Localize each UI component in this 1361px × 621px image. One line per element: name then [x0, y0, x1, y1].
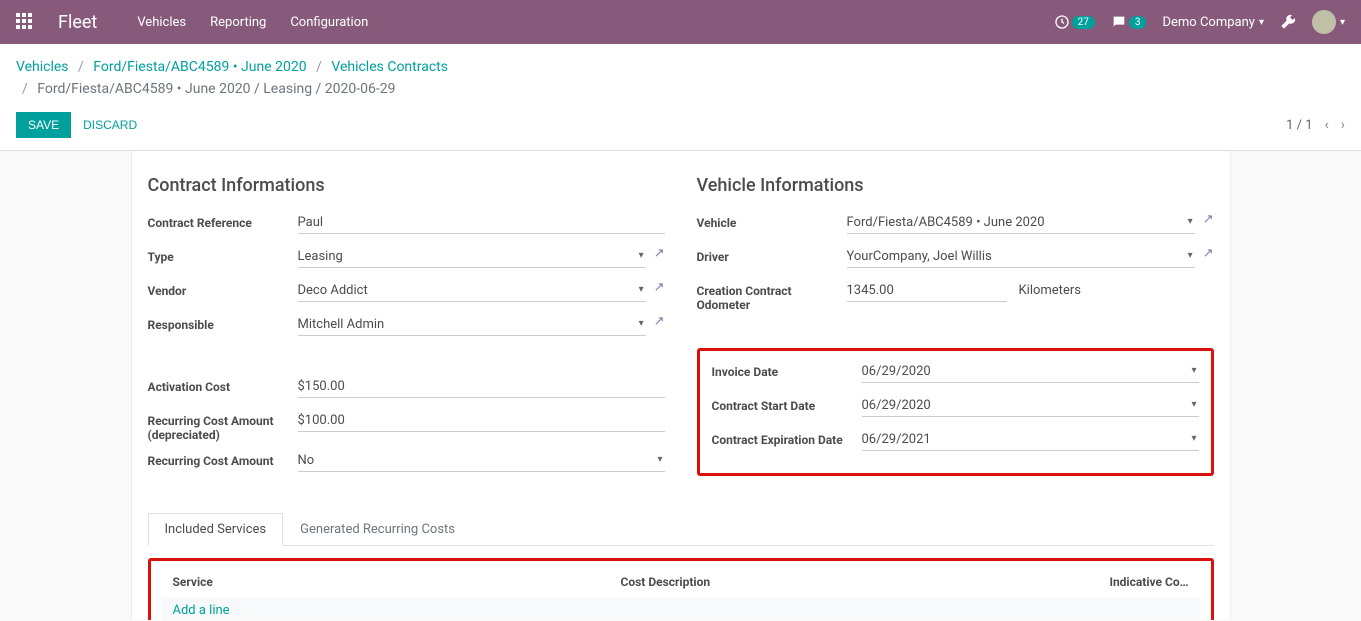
label-invoice-date: Invoice Date: [712, 361, 862, 379]
brand[interactable]: Fleet: [58, 12, 97, 33]
section-title: Vehicle Informations: [697, 175, 1214, 196]
odometer-unit: Kilometers: [1019, 283, 1081, 298]
tab-included-services[interactable]: Included Services: [148, 513, 284, 546]
wrench-icon: [1280, 14, 1296, 30]
breadcrumb-item[interactable]: Vehicles Contracts: [331, 59, 448, 75]
control-panel: Vehicles / Ford/Fiesta/ABC4589 • June 20…: [0, 44, 1361, 151]
external-link-icon[interactable]: ↗: [1203, 212, 1214, 227]
end-date-input[interactable]: 06/29/2021: [862, 429, 1199, 451]
label-odometer: Creation Contract Odometer: [697, 280, 847, 312]
label-vehicle: Vehicle: [697, 212, 847, 230]
menu-reporting[interactable]: Reporting: [210, 15, 266, 30]
breadcrumb-separator: /: [316, 59, 322, 75]
activities-button[interactable]: 27: [1054, 14, 1095, 30]
avatar: [1312, 10, 1336, 34]
company-name: Demo Company: [1162, 15, 1254, 30]
external-link-icon[interactable]: ↗: [1203, 246, 1214, 261]
pager-text: 1 / 1: [1286, 118, 1312, 133]
pager-next[interactable]: ›: [1341, 117, 1345, 133]
apps-icon[interactable]: [16, 13, 34, 31]
caret-down-icon: ▾: [1340, 17, 1345, 28]
vendor-select[interactable]: Deco Addict: [298, 280, 646, 302]
discard-button[interactable]: DISCARD: [71, 112, 149, 138]
label-recurring-cost: Recurring Cost Amount: [148, 450, 298, 468]
clock-icon: [1054, 14, 1070, 30]
pager-prev[interactable]: ‹: [1325, 117, 1329, 133]
debug-button[interactable]: [1280, 14, 1296, 30]
label-vendor: Vendor: [148, 280, 298, 298]
pager: 1 / 1 ‹ ›: [1286, 117, 1345, 133]
responsible-select[interactable]: Mitchell Admin: [298, 314, 646, 336]
label-contract-reference: Contract Reference: [148, 212, 298, 230]
recurring-cost-dep-input[interactable]: $100.00: [298, 410, 665, 432]
navbar: Fleet Vehicles Reporting Configuration 2…: [0, 0, 1361, 44]
company-switcher[interactable]: Demo Company ▾: [1162, 15, 1263, 30]
vehicle-select[interactable]: Ford/Fiesta/ABC4589 • June 2020: [847, 212, 1195, 234]
label-recurring-cost-depreciated: Recurring Cost Amount (depreciated): [148, 410, 298, 442]
breadcrumb-separator: /: [78, 59, 84, 75]
add-line-button[interactable]: Add a line: [161, 597, 1201, 620]
label-activation-cost: Activation Cost: [148, 376, 298, 394]
services-table-header: Service Cost Description Indicative Co…: [161, 567, 1201, 597]
contract-info-section: Contract Informations Contract Reference…: [148, 175, 665, 484]
header-indicative-cost: Indicative Co…: [1069, 575, 1189, 589]
breadcrumb-item[interactable]: Ford/Fiesta/ABC4589 • June 2020: [93, 59, 306, 75]
header-cost-description: Cost Description: [621, 575, 1069, 589]
start-date-input[interactable]: 06/29/2020: [862, 395, 1199, 417]
recurring-cost-select[interactable]: No: [298, 450, 665, 472]
vehicle-info-section: Vehicle Informations Vehicle Ford/Fiesta…: [697, 175, 1214, 484]
activation-cost-input[interactable]: $150.00: [298, 376, 665, 398]
breadcrumb-current: Ford/Fiesta/ABC4589 • June 2020 / Leasin…: [37, 81, 395, 97]
external-link-icon[interactable]: ↗: [654, 246, 665, 261]
chat-icon: [1111, 14, 1127, 30]
messages-badge: 3: [1129, 16, 1147, 29]
external-link-icon[interactable]: ↗: [654, 280, 665, 295]
section-title: Contract Informations: [148, 175, 665, 196]
user-menu[interactable]: ▾: [1312, 10, 1345, 34]
breadcrumb: Vehicles / Ford/Fiesta/ABC4589 • June 20…: [16, 56, 1345, 100]
label-type: Type: [148, 246, 298, 264]
label-start-date: Contract Start Date: [712, 395, 862, 413]
form-area: Contract Informations Contract Reference…: [0, 151, 1361, 620]
activities-badge: 27: [1072, 16, 1095, 29]
tab-generated-recurring-costs[interactable]: Generated Recurring Costs: [283, 513, 472, 546]
tabs: Included Services Generated Recurring Co…: [148, 512, 1214, 620]
breadcrumb-item[interactable]: Vehicles: [16, 59, 69, 75]
odometer-input[interactable]: 1345.00: [847, 280, 1007, 302]
menu-vehicles[interactable]: Vehicles: [137, 15, 186, 30]
dates-highlight-box: Invoice Date 06/29/2020 ▾ Contract Start…: [697, 348, 1214, 476]
menu-configuration[interactable]: Configuration: [290, 15, 368, 30]
label-driver: Driver: [697, 246, 847, 264]
external-link-icon[interactable]: ↗: [654, 314, 665, 329]
label-end-date: Contract Expiration Date: [712, 429, 862, 447]
caret-down-icon: ▾: [1259, 17, 1264, 28]
header-service: Service: [173, 575, 621, 589]
contract-reference-input[interactable]: Paul: [298, 212, 665, 234]
invoice-date-input[interactable]: 06/29/2020: [862, 361, 1199, 383]
services-highlight-box: Service Cost Description Indicative Co… …: [148, 558, 1214, 620]
save-button[interactable]: SAVE: [16, 112, 71, 138]
messages-button[interactable]: 3: [1111, 14, 1147, 30]
type-select[interactable]: Leasing: [298, 246, 646, 268]
breadcrumb-separator: /: [22, 81, 28, 97]
label-responsible: Responsible: [148, 314, 298, 332]
driver-select[interactable]: YourCompany, Joel Willis: [847, 246, 1195, 268]
